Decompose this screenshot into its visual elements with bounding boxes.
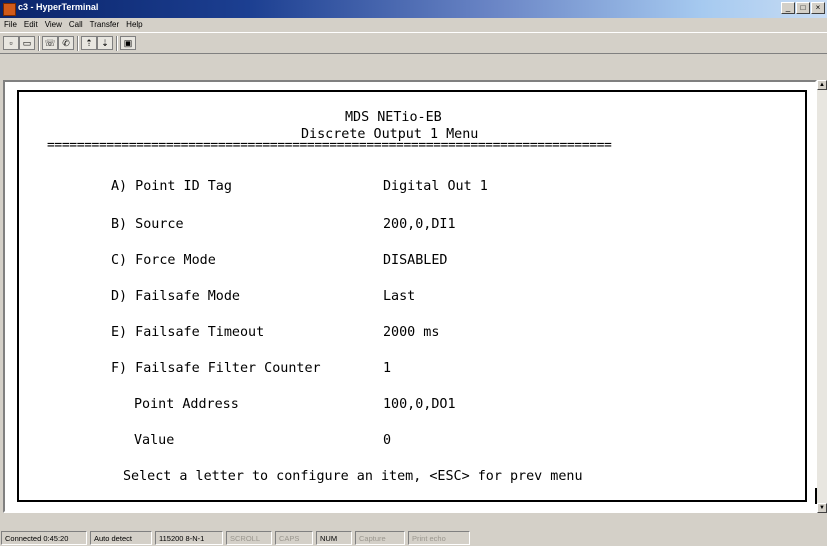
toolbar-separator: [38, 36, 40, 51]
menu-help[interactable]: Help: [126, 18, 142, 32]
receive-icon[interactable]: ⇣: [97, 36, 113, 50]
title-bar: c3 - HyperTerminal _ □ ×: [0, 0, 827, 18]
item-point-address-label: Point Address: [134, 397, 239, 412]
item-force-mode-value: DISABLED: [383, 253, 448, 268]
open-icon[interactable]: ▭: [19, 36, 35, 50]
item-failsafe-timeout-label: E) Failsafe Timeout: [111, 325, 265, 340]
menu-file[interactable]: File: [4, 18, 17, 32]
separator-line: ========================================…: [47, 138, 612, 153]
close-button[interactable]: ×: [811, 2, 825, 14]
item-failsafe-mode-label: D) Failsafe Mode: [111, 289, 240, 304]
status-detect: Auto detect: [90, 531, 152, 545]
item-failsafe-mode-value: Last: [383, 289, 416, 304]
menu-call[interactable]: Call: [69, 18, 83, 32]
terminal-screen[interactable]: MDS NETio-EB Discrete Output 1 Menu ====…: [17, 90, 807, 502]
status-capture: Capture: [355, 531, 405, 545]
item-value-label: Value: [134, 433, 175, 448]
status-settings: 115200 8-N-1: [155, 531, 223, 545]
device-name: MDS NETio-EB: [345, 110, 442, 125]
item-failsafe-filter-counter-value: 1: [383, 361, 392, 376]
scroll-up-icon[interactable]: ▲: [817, 80, 827, 90]
menu-bar: File Edit View Call Transfer Help: [0, 18, 827, 32]
item-point-id-tag-label: A) Point ID Tag: [111, 179, 232, 194]
toolbar-separator: [116, 36, 118, 51]
item-force-mode-label: C) Force Mode: [111, 253, 216, 268]
item-source-label: B) Source: [111, 217, 184, 232]
item-source-value: 200,0,DI1: [383, 217, 456, 232]
dial-icon[interactable]: ✆: [58, 36, 74, 50]
send-icon[interactable]: ⇡: [81, 36, 97, 50]
status-print-echo: Print echo: [408, 531, 470, 545]
status-caps: CAPS: [275, 531, 313, 545]
status-scroll: SCROLL: [226, 531, 272, 545]
minimize-button[interactable]: _: [781, 2, 795, 14]
new-icon[interactable]: ▫: [3, 36, 19, 50]
maximize-button[interactable]: □: [796, 2, 810, 14]
menu-transfer[interactable]: Transfer: [90, 18, 120, 32]
window-title: c3 - HyperTerminal: [18, 2, 99, 12]
status-num: NUM: [316, 531, 352, 545]
status-bar: Connected 0:45:20 Auto detect 115200 8-N…: [0, 530, 827, 546]
scroll-down-icon[interactable]: ▼: [817, 503, 827, 513]
item-value-value: 0: [383, 433, 392, 448]
vertical-scrollbar[interactable]: ▲ ▼: [817, 80, 827, 513]
item-point-address-value: 100,0,DO1: [383, 397, 456, 412]
properties-icon[interactable]: ▣: [120, 36, 136, 50]
status-connected: Connected 0:45:20: [1, 531, 87, 545]
toolbar-separator: [77, 36, 79, 51]
hyperterminal-app-icon[interactable]: [3, 3, 16, 16]
menu-edit[interactable]: Edit: [24, 18, 38, 32]
item-failsafe-timeout-value: 2000 ms: [383, 325, 440, 340]
disconnect-icon[interactable]: ☏: [42, 36, 58, 50]
item-failsafe-filter-counter-label: F) Failsafe Filter Counter: [111, 361, 321, 376]
toolbar: ▫ ▭ ☏ ✆ ⇡ ⇣ ▣: [0, 32, 827, 54]
terminal-area[interactable]: MDS NETio-EB Discrete Output 1 Menu ====…: [3, 80, 817, 513]
item-point-id-tag-value: Digital Out 1: [383, 179, 488, 194]
menu-view[interactable]: View: [45, 18, 62, 32]
prompt-line: Select a letter to configure an item, <E…: [123, 469, 583, 484]
